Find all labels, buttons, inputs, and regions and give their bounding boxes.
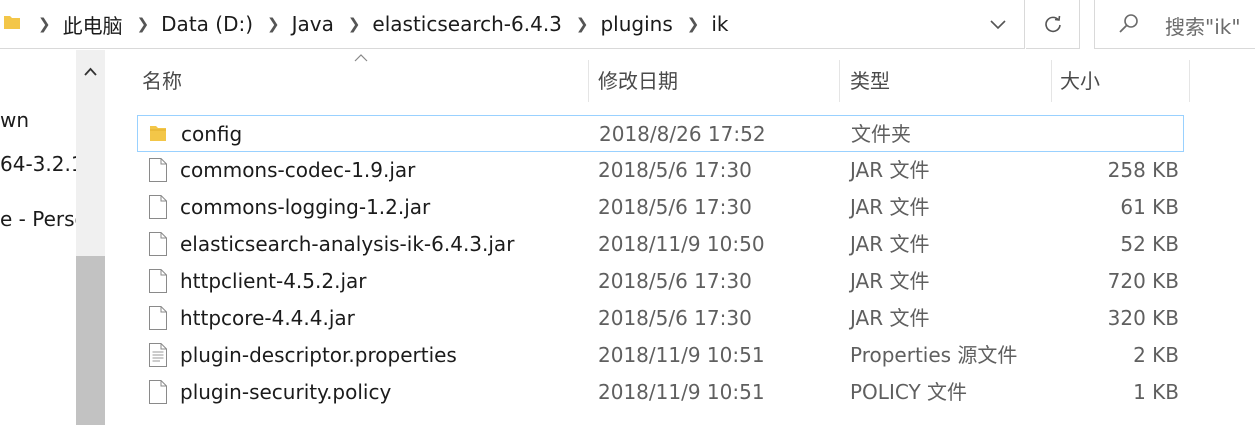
file-modified: 2018/11/9 10:51 [598,343,765,367]
column-header-modified[interactable]: 修改日期 [592,50,840,102]
chevron-right-icon[interactable]: ❯ [137,15,150,33]
nav-scrollbar[interactable] [76,50,105,425]
file-name: elasticsearch-analysis-ik-6.4.3.jar [180,232,515,256]
file-name: commons-codec-1.9.jar [180,158,416,182]
file-row[interactable]: commons-logging-1.2.jar 2018/5/6 17:30 JAR… [137,189,1184,226]
scrollbar-thumb[interactable] [76,256,105,425]
file-type: JAR 文件 [850,195,930,219]
file-type: 文件夹 [851,122,911,146]
breadcrumb-elasticsearch[interactable]: elasticsearch-6.4.3 [372,12,561,36]
breadcrumb-java[interactable]: Java [292,12,334,36]
file-size: 320 KB [1107,306,1179,330]
folder-icon [149,123,167,147]
breadcrumb-ik[interactable]: ik [711,12,728,36]
file-modified: 2018/5/6 17:30 [598,158,752,182]
column-divider[interactable] [1051,60,1052,102]
file-modified: 2018/5/6 17:30 [598,306,752,330]
breadcrumb: ❯ 此电脑 ❯ Data (D:) ❯ Java ❯ elasticsearch… [38,0,742,48]
scroll-up-icon[interactable] [84,67,97,77]
file-type: JAR 文件 [850,269,930,293]
file-type: Properties 源文件 [850,343,1018,367]
column-header-row: 名称 修改日期 类型 大小 [106,50,1255,102]
file-name: httpcore-4.4.4.jar [180,306,355,330]
file-row[interactable]: config 2018/8/26 17:52 文件夹 [137,115,1184,152]
refresh-icon [1045,15,1061,33]
file-icon [148,231,168,261]
breadcrumb-this-pc[interactable]: 此电脑 [63,10,123,39]
column-divider[interactable] [588,60,589,102]
file-type: JAR 文件 [850,232,930,256]
file-size: 1 KB [1133,380,1179,404]
chevron-right-icon[interactable]: ❯ [576,15,589,33]
address-bar[interactable]: ❯ 此电脑 ❯ Data (D:) ❯ Java ❯ elasticsearch… [0,0,1025,49]
file-name: plugin-descriptor.properties [180,343,457,367]
file-modified: 2018/11/9 10:51 [598,380,765,404]
search-icon [1119,14,1138,33]
file-modified: 2018/11/9 10:50 [598,232,765,256]
file-row[interactable]: commons-codec-1.9.jar 2018/5/6 17:30 JAR 文… [137,152,1184,189]
file-row[interactable]: httpclient-4.5.2.jar 2018/5/6 17:30 JAR 文件… [137,263,1184,300]
file-name: commons-logging-1.2.jar [180,195,431,219]
file-modified: 2018/5/6 17:30 [598,269,752,293]
file-name: plugin-security.policy [180,380,392,404]
file-size: 258 KB [1107,158,1179,182]
column-header-size[interactable]: 大小 [1054,50,1189,102]
file-list: 名称 修改日期 类型 大小 config 2018/8/26 17:52 文件夹 co… [106,50,1255,425]
file-name: config [181,122,243,146]
file-size: 2 KB [1133,343,1179,367]
file-type: JAR 文件 [850,306,930,330]
folder-icon [4,16,20,29]
chevron-down-icon[interactable] [985,12,1011,36]
column-header-type[interactable]: 类型 [844,50,1051,102]
nav-item[interactable]: e - Perso [0,207,78,231]
file-modified: 2018/5/6 17:30 [598,195,752,219]
column-header-name[interactable]: 名称 [136,50,588,102]
file-type: JAR 文件 [850,158,930,182]
chevron-right-icon[interactable]: ❯ [267,15,280,33]
chevron-right-icon[interactable]: ❯ [348,15,361,33]
file-row[interactable]: plugin-descriptor.properties 2018/11/9 10… [137,337,1184,374]
file-row[interactable]: plugin-security.policy 2018/11/9 10:51 POL… [137,374,1184,411]
file-size: 52 KB [1120,232,1179,256]
file-row[interactable]: httpcore-4.4.4.jar 2018/5/6 17:30 JAR 文件 32… [137,300,1184,337]
chevron-right-icon[interactable]: ❯ [38,15,51,33]
file-icon [148,268,168,298]
file-size: 61 KB [1120,195,1179,219]
nav-item[interactable]: wn [0,108,78,132]
column-divider[interactable] [839,60,840,102]
text-file-icon [148,342,168,372]
search-placeholder: 搜索"ik" [1165,15,1241,39]
file-type: POLICY 文件 [850,380,968,404]
file-size: 720 KB [1107,269,1179,293]
chevron-right-icon[interactable]: ❯ [687,15,700,33]
file-modified: 2018/8/26 17:52 [599,122,766,146]
refresh-button[interactable] [1026,0,1080,49]
file-icon [148,157,168,187]
search-input[interactable]: 搜索"ik" [1094,0,1255,49]
file-row[interactable]: elasticsearch-analysis-ik-6.4.3.jar 2018/… [137,226,1184,263]
file-icon [148,379,168,409]
breadcrumb-drive[interactable]: Data (D:) [161,12,253,36]
column-divider[interactable] [1189,60,1190,102]
file-name: httpclient-4.5.2.jar [180,269,367,293]
nav-item[interactable]: 64-3.2.1 [0,152,78,176]
breadcrumb-plugins[interactable]: plugins [600,12,672,36]
file-icon [148,194,168,224]
file-icon [148,305,168,335]
